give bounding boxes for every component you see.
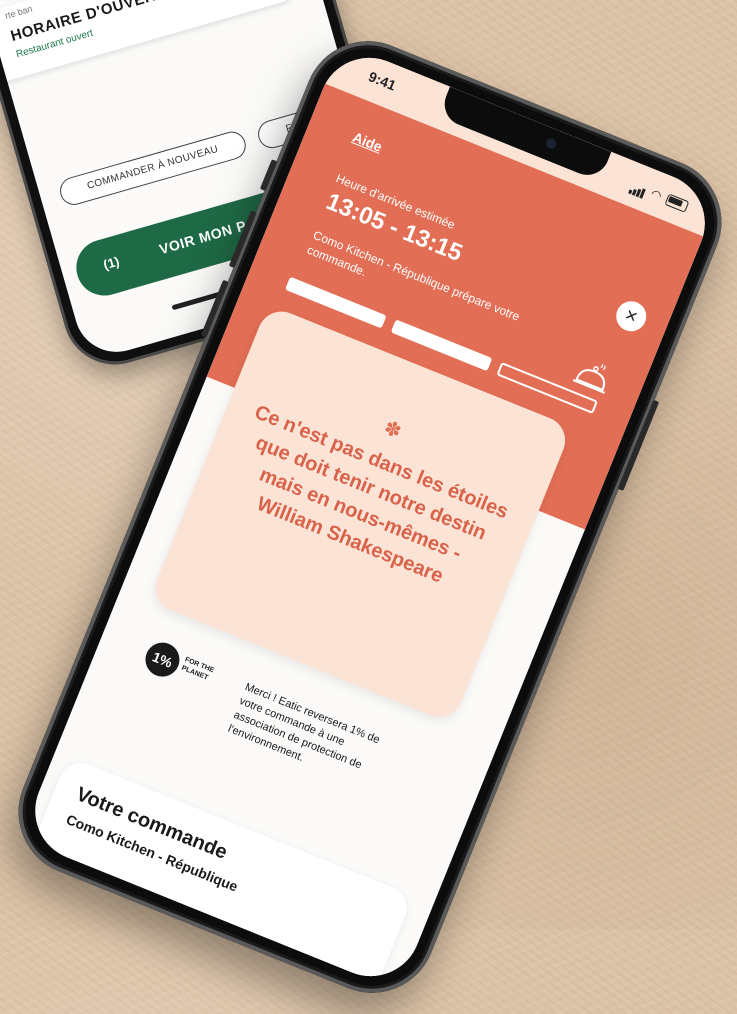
signal-icon [627,176,650,199]
order-again-chip[interactable]: COMMANDER À NOUVEAU [56,128,250,209]
status-icons: ◠ [627,176,691,215]
planet-logo: 1% [140,637,185,682]
close-icon[interactable]: × [611,296,651,336]
opening-hours-title: HORAIRE D'OUVERTURE [8,0,200,45]
battery-icon [664,193,690,213]
opening-hours-card: rte ban HORAIRE D'OUVERTURE Restaurant o… [0,0,296,90]
card-subtext: rte ban [3,3,34,21]
wifi-icon: ◠ [648,186,664,204]
cart-count: (1) [101,253,122,273]
planet-message: Merci ! Eatic reversera 1% de votre comm… [226,681,382,772]
quote-text: Ce n'est pas dans les étoiles que doit t… [251,401,512,588]
flower-icon: ✽ [380,416,405,444]
help-link[interactable]: Aide [350,129,384,155]
planet-logo-text: FOR THE PLANET [180,656,215,682]
status-time: 9:41 [366,68,399,94]
